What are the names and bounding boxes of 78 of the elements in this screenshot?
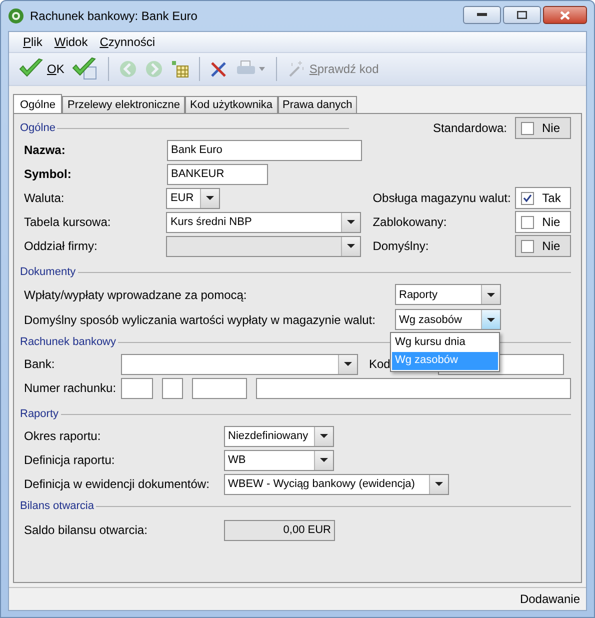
dropdown-arrow-icon xyxy=(206,196,214,200)
dropdown-arrow-icon xyxy=(487,318,495,322)
field-label: Tabela kursowa: xyxy=(23,215,112,229)
dropdown-arrow-icon xyxy=(435,482,443,486)
tab[interactable]: Kod użytkownika xyxy=(184,96,278,113)
field-label: Numer rachunku: xyxy=(23,381,118,395)
field-label: Domyślny sposób wyliczania wartości wypłaty w magazynie walut: xyxy=(23,312,376,326)
grid-icon xyxy=(171,60,190,78)
field-label: Symbol: xyxy=(23,167,72,181)
dropdown-arrow-icon xyxy=(344,362,352,366)
dropdown-arrow-icon xyxy=(320,434,328,438)
field-label: Kod xyxy=(369,357,390,371)
minimize-icon xyxy=(477,13,487,17)
wand-icon xyxy=(287,60,306,78)
dropdown-arrow-icon xyxy=(320,458,328,462)
minimize-button[interactable] xyxy=(463,6,501,24)
dropdown-arrow-icon xyxy=(347,220,356,224)
dropdown-option[interactable]: Wg kursu dnia xyxy=(392,334,498,352)
close-icon xyxy=(560,10,570,20)
checkbox-field[interactable]: Nie xyxy=(515,211,571,233)
dropdown-field[interactable]: WBEW - Wyciąg bankowy (ewidencja) xyxy=(224,474,449,494)
checkbox-label: Nie xyxy=(542,239,560,253)
field-label: Wpłaty/wypłaty wprowadzane za pomocą: xyxy=(23,288,248,302)
field-label: Waluta: xyxy=(23,191,66,205)
field-label: Okres raportu: xyxy=(23,429,102,443)
dropdown-field[interactable]: Wg zasobów xyxy=(395,309,501,330)
close-button[interactable] xyxy=(543,6,587,24)
checkbox[interactable] xyxy=(521,192,534,204)
checkbox-label: Nie xyxy=(542,215,560,229)
maximize-button[interactable] xyxy=(503,6,541,24)
field-label: Nazwa: xyxy=(23,143,66,157)
app-logo-icon xyxy=(8,8,24,24)
text-field[interactable] xyxy=(256,378,571,398)
section-title: Bilans otwarcia xyxy=(20,500,94,512)
field-label: Obsługa magazynu walut: xyxy=(372,191,512,205)
menu-item[interactable]: Widok xyxy=(48,33,94,51)
status-text: Dodawanie xyxy=(520,592,580,606)
section-title: Dokumenty xyxy=(20,266,76,278)
field-label: Domyślny: xyxy=(372,239,430,253)
text-field[interactable]: Bank Euro xyxy=(167,140,362,160)
dropdown-field[interactable]: Kurs średni NBP xyxy=(166,212,362,232)
section-title: Ogólne xyxy=(20,122,56,134)
checkmark-document-icon xyxy=(72,57,98,81)
text-field[interactable] xyxy=(192,378,247,398)
checkbox[interactable] xyxy=(521,216,534,228)
dropdown-arrow-icon xyxy=(347,244,356,248)
field-label: Oddział firmy: xyxy=(23,239,98,253)
field-label: Saldo bilansu otwarcia: xyxy=(23,523,148,537)
checkbox-label: Tak xyxy=(542,191,561,205)
toolbar-button[interactable] xyxy=(169,58,192,80)
field-label: Standardowa: xyxy=(432,121,507,135)
tab[interactable]: Ogólne xyxy=(13,94,62,113)
dropdown-field[interactable]: WB xyxy=(224,450,334,470)
field-label: Definicja w ewidencji dokumentów: xyxy=(23,477,210,491)
menu-item[interactable]: Plik xyxy=(17,33,48,51)
maximize-icon xyxy=(517,11,527,19)
text-field[interactable]: BANKEUR xyxy=(167,164,268,184)
dropdown-field[interactable]: Niezdefiniowany xyxy=(224,426,334,446)
field-label: Definicja raportu: xyxy=(23,453,116,467)
menu-item[interactable]: Czynności xyxy=(94,33,162,51)
toolbar-button[interactable]: OK xyxy=(17,56,66,82)
section-title: Raporty xyxy=(20,408,59,420)
field-label: Zablokowany: xyxy=(372,215,448,229)
tab[interactable]: Przelewy elektroniczne xyxy=(62,96,185,113)
amount-field: 0,00 EUR xyxy=(224,520,335,540)
tab[interactable]: Prawa danych xyxy=(278,96,358,113)
dropdown-arrow-icon xyxy=(487,292,495,296)
text-field[interactable] xyxy=(121,378,153,398)
tools-icon xyxy=(210,60,228,78)
dropdown-field[interactable]: Raporty xyxy=(395,284,501,305)
window-title: Rachunek bankowy: Bank Euro xyxy=(30,9,198,23)
checkbox-label: Nie xyxy=(542,121,560,135)
dropdown-field[interactable]: EUR xyxy=(166,188,220,208)
section-title: Rachunek bankowy xyxy=(20,336,116,348)
dropdown-field[interactable] xyxy=(121,354,358,374)
checkbox-field[interactable]: Tak xyxy=(515,187,571,209)
field-label: Bank: xyxy=(23,357,56,371)
text-field[interactable] xyxy=(162,378,183,398)
